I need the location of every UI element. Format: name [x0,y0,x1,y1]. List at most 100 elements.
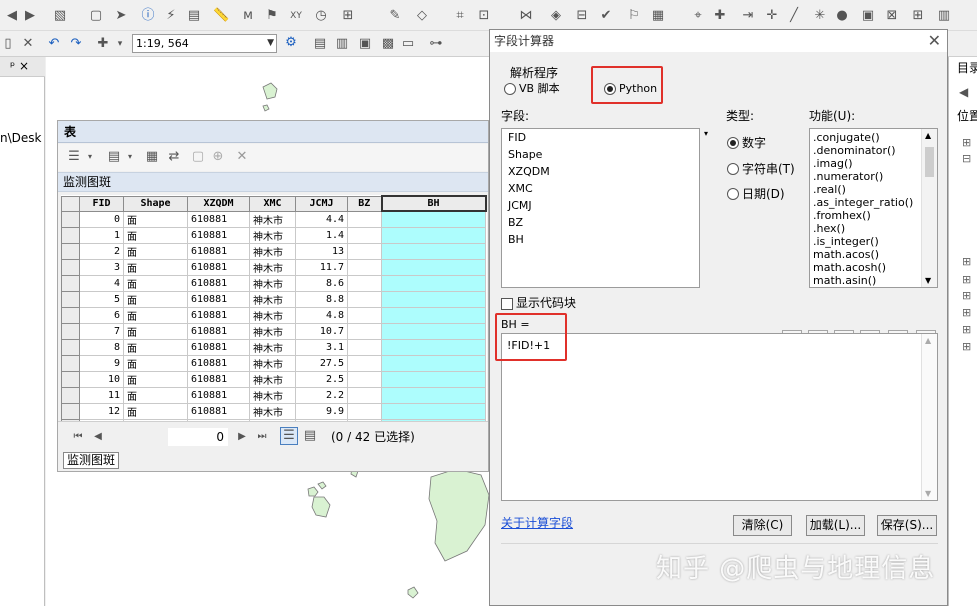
topology-icon[interactable]: ⋈ [518,8,534,24]
table-row[interactable]: 7 面 610881 神木市 10.7 [61,322,486,340]
table-cell[interactable] [347,322,382,340]
identify-icon[interactable]: ⓘ [140,8,156,24]
table-cell[interactable] [347,402,382,420]
column-header-jcmj[interactable]: JCMJ [295,195,348,212]
column-header-bh[interactable]: BH [380,195,487,212]
table-cell[interactable]: 610881 [187,322,250,340]
table-cell[interactable]: 神木市 [249,354,296,372]
function-list-item[interactable]: .conjugate() [810,131,937,144]
tree-expand-icon[interactable]: ⊞ [962,306,971,319]
table-cell[interactable]: 610881 [187,210,250,228]
error-inspector-icon[interactable]: ⚐ [626,8,642,24]
table-cell[interactable] [347,290,382,308]
table-cell[interactable]: 610881 [187,338,250,356]
table-cell[interactable]: 610881 [187,242,250,260]
table-cell[interactable] [381,226,486,244]
arctoolbox-icon[interactable]: ▩ [380,36,396,52]
table-cell[interactable]: 3 [79,258,124,276]
table-row[interactable]: 3 面 610881 神木市 11.7 [61,258,486,276]
attribute-grid[interactable]: FID Shape XZQDM XMC JCMJ BZ BH 0 面 610881 神… [61,195,487,436]
table-cell[interactable]: 神木市 [249,306,296,324]
chevron-down-icon[interactable]: ▼ [267,35,274,52]
parser-python-radio[interactable] [604,83,616,95]
function-list-item[interactable]: .fromhex() [810,209,937,222]
scroll-up-icon[interactable]: ▲ [925,336,931,345]
model-builder-icon[interactable]: ⊶ [428,36,444,52]
table-cell[interactable]: 神木市 [249,290,296,308]
table-cell[interactable] [347,274,382,292]
table-cell[interactable]: 11.7 [295,258,348,276]
table-row[interactable]: 9 面 610881 神木市 27.5 [61,354,486,372]
table-cell[interactable] [381,386,486,404]
table-cell[interactable]: 610881 [187,258,250,276]
chevron-down-icon[interactable]: ▾ [122,149,138,165]
table-cell[interactable] [381,338,486,356]
table-cell[interactable]: 面 [123,306,188,324]
spatial-adjust-icon[interactable]: ✳ [812,8,828,24]
row-selector[interactable] [61,274,80,292]
close-icon[interactable]: ✕ [928,31,941,51]
table-cell[interactable]: 8.8 [295,290,348,308]
function-list-item[interactable]: .is_integer() [810,235,937,248]
type-date-radio[interactable] [727,188,739,200]
table-row[interactable]: 1 面 610881 神木市 1.4 [61,226,486,244]
table-tab-jcfb[interactable]: 监测图斑 [63,452,120,469]
table-cell[interactable]: 7 [79,322,124,340]
table-cell[interactable]: 3.1 [295,338,348,356]
table-row[interactable]: 2 面 610881 神木市 13 [61,242,486,260]
field-list-item[interactable]: XMC [502,180,699,197]
rubbersheet-icon[interactable]: ⊞ [910,8,926,24]
forward-arrow-icon[interactable]: ▶ [22,8,38,24]
tree-expand-icon[interactable]: ⊟ [962,152,971,165]
row-selector[interactable] [61,386,80,404]
table-row[interactable]: 6 面 610881 神木市 4.8 [61,306,486,324]
table-cell[interactable] [381,258,486,276]
row-selector[interactable] [61,370,80,388]
functions-scrollbar[interactable]: ▲ ▼ [921,129,937,287]
go-to-xy-icon[interactable]: XY [288,8,304,24]
table-cell[interactable]: 4.4 [295,210,348,228]
measure-icon[interactable]: 📏 [213,8,229,24]
previous-record-icon[interactable]: ◀ [90,429,106,445]
table-cell[interactable]: 5 [79,290,124,308]
globe-icon[interactable]: ● [834,8,850,24]
table-cell[interactable]: 610881 [187,354,250,372]
table-cell[interactable] [381,354,486,372]
table-cell[interactable] [347,242,382,260]
table-cell[interactable]: 神木市 [249,226,296,244]
edge-snap-icon[interactable]: ⊡ [476,8,492,24]
table-cell[interactable]: 610881 [187,386,250,404]
paste-icon[interactable]: ▯ [0,36,16,52]
scroll-down-icon[interactable]: ▼ [925,276,931,285]
table-cell[interactable] [381,370,486,388]
redo-icon[interactable]: ↷ [68,36,84,52]
dropdown-arrow-icon[interactable]: ▾ [112,36,128,52]
table-cell[interactable]: 9 [79,354,124,372]
html-popup-icon[interactable]: ▤ [186,8,202,24]
tree-expand-icon[interactable]: ⊞ [962,273,971,286]
attribute-transfer-icon[interactable]: ⊠ [884,8,900,24]
select-elements-icon[interactable]: ➤ [113,8,129,24]
field-list-item[interactable]: XZQDM [502,163,699,180]
topology-options-icon[interactable]: ▦ [650,8,666,24]
table-cell[interactable]: 神木市 [249,258,296,276]
function-list-item[interactable]: .real() [810,183,937,196]
table-cell[interactable]: 13 [295,242,348,260]
function-list-item[interactable]: .numerator() [810,170,937,183]
table-cell[interactable]: 1 [79,226,124,244]
row-selector[interactable] [61,354,80,372]
function-list-item[interactable]: .imag() [810,157,937,170]
show-selected-records-icon[interactable]: ▤ [302,428,318,444]
row-selector[interactable] [61,210,80,228]
field-list-item[interactable]: BH [502,231,699,248]
table-cell[interactable]: 面 [123,258,188,276]
row-selector[interactable] [61,242,80,260]
find-icon[interactable]: ᴍ [240,8,256,24]
load-button[interactable]: 加载(L)... [806,515,865,536]
table-cell[interactable] [381,402,486,420]
table-cell[interactable] [381,306,486,324]
table-cell[interactable]: 神木市 [249,338,296,356]
clear-selection-icon[interactable]: ▢ [190,149,206,165]
about-calculate-field-link[interactable]: 关于计算字段 [501,514,573,531]
table-cell[interactable] [347,258,382,276]
